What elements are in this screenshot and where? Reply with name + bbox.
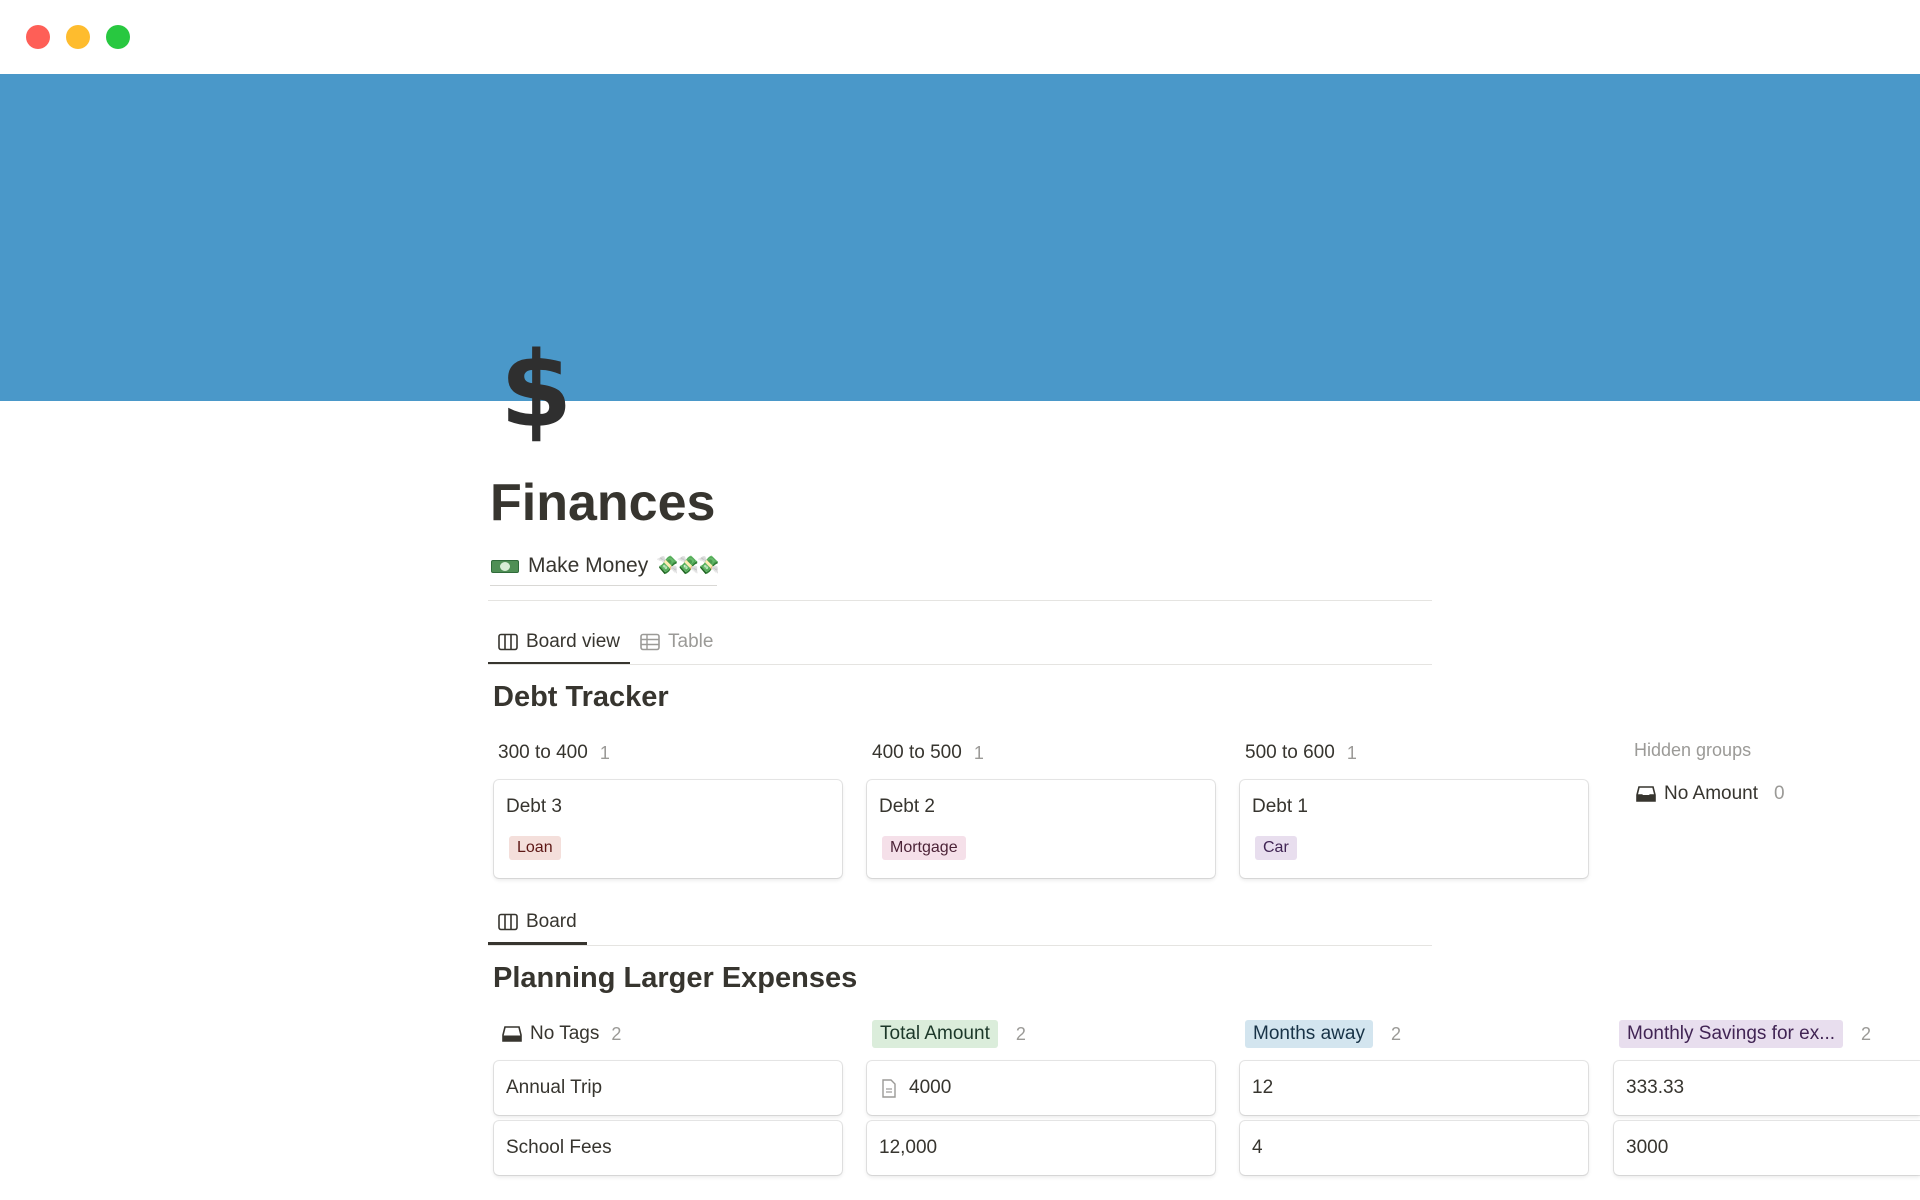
board-card[interactable]: Debt 1 Car (1240, 780, 1588, 878)
card-title: Debt 1 (1252, 796, 1308, 817)
tab-label: Table (668, 631, 714, 652)
page-link-emojis: 💸💸💸 (656, 555, 719, 575)
board-column-header[interactable]: Monthly Savings for ex... 2 (1619, 1019, 1871, 1049)
card-title: 3000 (1626, 1137, 1669, 1158)
tab-label: Board (526, 911, 577, 932)
close-window-button[interactable] (26, 25, 50, 49)
card-title: School Fees (506, 1137, 612, 1158)
board-column-header[interactable]: 400 to 500 1 (872, 738, 984, 768)
divider (488, 945, 1432, 946)
page-cover[interactable] (0, 74, 1920, 401)
divider (488, 664, 1432, 665)
card-title: 333.33 (1626, 1077, 1685, 1098)
board-card[interactable]: Annual Trip (494, 1061, 842, 1115)
board-card[interactable]: Debt 3 Loan (494, 780, 842, 878)
window-titlebar (0, 0, 1920, 74)
inbox-icon (502, 1026, 522, 1042)
board-card[interactable]: 4000 (867, 1061, 1215, 1115)
board-column-header[interactable]: Months away 2 (1245, 1019, 1401, 1049)
hidden-groups-label: Hidden groups (1634, 740, 1752, 760)
board-icon (498, 913, 518, 931)
make-money-page-link[interactable]: Make Money 💸💸💸 (490, 550, 719, 586)
page-link-label: Make Money (528, 553, 649, 577)
card-tag: Car (1255, 836, 1297, 860)
tab-table[interactable]: Table (630, 620, 723, 664)
divider (488, 600, 1432, 601)
money-with-wings-icon (490, 557, 520, 575)
hidden-group-count: 0 (1774, 783, 1785, 804)
board-column-header[interactable]: 300 to 400 1 (498, 738, 610, 768)
column-count: 2 (1861, 1023, 1872, 1044)
planning-title[interactable]: Planning Larger Expenses (493, 962, 857, 995)
card-title: 4 (1252, 1137, 1263, 1158)
column-count: 1 (973, 742, 984, 763)
hidden-group-label: No Amount (1664, 783, 1758, 804)
card-title: Debt 3 (506, 796, 562, 817)
board-icon (498, 633, 518, 651)
board-card[interactable]: Debt 2 Mortgage (867, 780, 1215, 878)
board-card[interactable]: 3000 (1614, 1121, 1920, 1175)
inbox-icon (1636, 786, 1656, 802)
hidden-group-item[interactable]: No Amount 0 (1636, 783, 1785, 805)
column-count: 1 (1346, 742, 1357, 763)
tab-label: Board view (526, 631, 620, 652)
card-tag: Mortgage (882, 836, 966, 860)
page-title[interactable]: Finances (490, 468, 715, 538)
column-label: 300 to 400 (498, 742, 588, 763)
board-card[interactable]: 4 (1240, 1121, 1588, 1175)
document-icon (882, 1078, 896, 1098)
debt-tracker-title[interactable]: Debt Tracker (493, 681, 669, 714)
column-label: Months away (1245, 1020, 1373, 1048)
board-card[interactable]: 333.33 (1614, 1061, 1920, 1115)
column-count: 1 (599, 742, 610, 763)
card-tag: Loan (509, 836, 561, 860)
board-card[interactable]: School Fees (494, 1121, 842, 1175)
card-title: Debt 2 (879, 796, 935, 817)
card-title: 12 (1252, 1077, 1274, 1098)
column-count: 2 (611, 1023, 622, 1044)
column-label: No Tags (530, 1023, 600, 1044)
column-count: 2 (1015, 1023, 1026, 1044)
debt-tracker-view-tabs: Board view Table (488, 620, 723, 665)
column-label: 500 to 600 (1245, 742, 1335, 763)
card-title: 4000 (909, 1077, 952, 1098)
board-card[interactable]: 12 (1240, 1061, 1588, 1115)
card-title: 12,000 (879, 1137, 938, 1158)
tab-board-view[interactable]: Board view (488, 620, 630, 665)
minimize-window-button[interactable] (66, 25, 90, 49)
column-label: Total Amount (872, 1020, 998, 1048)
tab-board[interactable]: Board (488, 900, 587, 945)
planning-view-tabs: Board (488, 900, 587, 945)
board-card[interactable]: 12,000 (867, 1121, 1215, 1175)
column-label: Monthly Savings for ex... (1619, 1020, 1844, 1048)
card-title: Annual Trip (506, 1077, 603, 1098)
board-column-header[interactable]: 500 to 600 1 (1245, 738, 1357, 768)
column-count: 2 (1390, 1023, 1401, 1044)
page-icon[interactable]: $ (500, 330, 590, 450)
column-label: 400 to 500 (872, 742, 962, 763)
board-column-header[interactable]: Total Amount 2 (872, 1019, 1026, 1049)
table-icon (640, 633, 660, 651)
board-column-header[interactable]: No Tags 2 (502, 1019, 621, 1049)
maximize-window-button[interactable] (106, 25, 130, 49)
